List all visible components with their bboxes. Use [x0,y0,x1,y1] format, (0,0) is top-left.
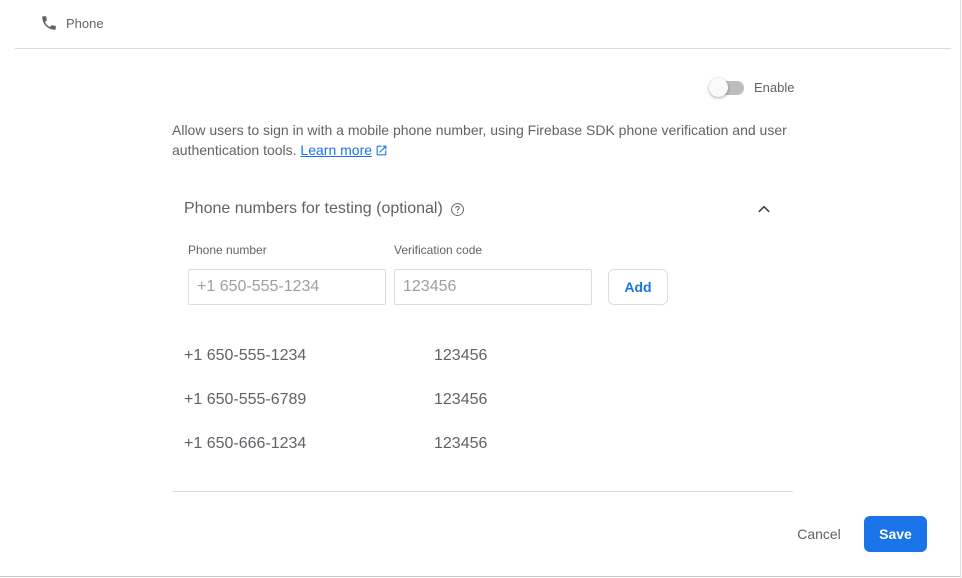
test-phone-number: +1 650-555-1234 [184,347,307,364]
phone-number-label: Phone number [188,243,267,257]
verification-code-label: Verification code [394,243,483,257]
phone-icon [40,14,58,32]
toggle-track[interactable] [709,77,744,97]
phone-number-input[interactable] [188,269,386,305]
test-phone-number: +1 650-666-1234 [184,435,307,452]
toggle-thumb[interactable] [709,77,728,97]
test-verification-code: 123456 [434,347,488,364]
test-verification-code: 123456 [434,391,488,408]
section-divider [172,491,793,492]
external-link-icon [375,142,388,162]
chevron-up-icon[interactable] [756,201,772,222]
enable-label: Enable [754,80,795,95]
enable-toggle[interactable]: Enable [709,77,795,97]
help-circle-icon[interactable] [450,202,465,217]
testing-section-header: Phone numbers for testing (optional) [184,198,772,220]
learn-more-link[interactable]: Learn more [300,142,388,158]
cancel-button[interactable]: Cancel [788,516,850,552]
phone-provider-panel: Phone Enable Allow users to sign in with… [0,0,961,577]
save-button[interactable]: Save [864,516,927,552]
panel-header: Phone [40,12,104,34]
provider-title: Phone [66,15,104,31]
header-divider [15,48,951,49]
add-test-number-button[interactable]: Add [608,269,668,305]
description-text: Allow users to sign in with a mobile pho… [172,122,787,158]
test-verification-code: 123456 [434,435,488,452]
provider-description: Allow users to sign in with a mobile pho… [172,120,802,162]
test-phone-number: +1 650-555-6789 [184,391,307,408]
verification-code-input[interactable] [394,269,592,305]
learn-more-label[interactable]: Learn more [300,142,372,158]
testing-section-title: Phone numbers for testing (optional) [184,200,443,217]
